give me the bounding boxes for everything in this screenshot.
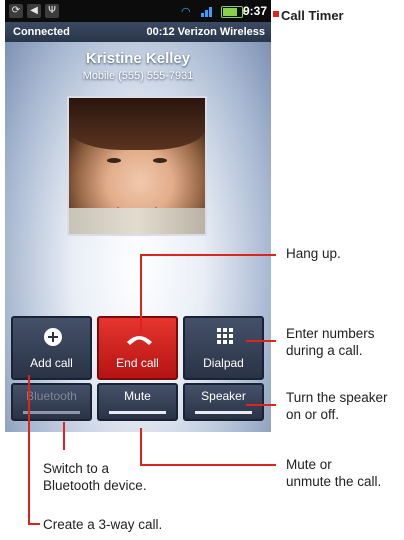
bluetooth-callout-line: [63, 422, 65, 450]
speaker-button[interactable]: Speaker: [183, 383, 264, 421]
call-timer-callout-dot: [273, 11, 279, 17]
add-call-icon: [44, 328, 62, 346]
sync-icon: ⟳: [9, 4, 23, 18]
bluetooth-button[interactable]: Bluetooth: [11, 383, 92, 421]
hang-up-annotation: Hang up.: [286, 246, 341, 261]
add-call-callout-line: [28, 523, 40, 525]
mute-label: Mute: [124, 389, 151, 403]
add-call-label: Add call: [30, 356, 73, 370]
speaker-label: Speaker: [201, 389, 246, 403]
status-bar: ⟳ ◀ Ψ ◠ 9:37: [5, 0, 271, 22]
phone-screen: ⟳ ◀ Ψ ◠ 9:37 Connected 00:12 Verizon Wir…: [5, 0, 271, 432]
wifi-icon: ◠: [181, 5, 191, 18]
add-call-button[interactable]: Add call: [11, 316, 92, 380]
hang-up-callout-line: [140, 254, 276, 256]
mute-line1: Mute or: [286, 457, 332, 472]
status-time: 9:37: [242, 4, 267, 18]
bluetooth-label: Bluetooth: [26, 389, 77, 403]
phone-notification-icon: ◀: [27, 4, 41, 18]
usb-icon: Ψ: [45, 4, 59, 18]
bluetooth-line1: Switch to a: [43, 461, 110, 476]
caller-photo: [67, 96, 207, 236]
mute-line2: unmute the call.: [286, 474, 382, 489]
enter-numbers-line1: Enter numbers: [286, 326, 375, 341]
add-call-annotation: Create a 3-way call.: [43, 517, 163, 532]
speaker-line2: on or off.: [286, 407, 340, 422]
battery-icon: [221, 6, 245, 18]
call-timer-annotation: Call Timer: [281, 8, 344, 23]
caller-name: Kristine Kelley: [85, 50, 191, 67]
call-status: Connected: [13, 26, 70, 38]
hang-up-icon: [99, 328, 176, 348]
enter-numbers-line2: during a call.: [286, 343, 363, 358]
speaker-line1: Turn the speaker: [286, 390, 388, 405]
hang-up-callout-line: [140, 254, 142, 334]
caller-number: Mobile (555) 555-7931: [82, 70, 194, 82]
speaker-annotation: Turn the speaker on or off.: [286, 389, 388, 423]
bluetooth-indicator: [23, 411, 80, 414]
mute-annotation: Mute or unmute the call.: [286, 456, 381, 490]
call-timer: 00:12 Verizon Wireless: [146, 26, 265, 38]
call-header: Connected 00:12 Verizon Wireless: [5, 22, 271, 42]
dialpad-button[interactable]: Dialpad: [183, 316, 264, 380]
dialpad-label: Dialpad: [203, 356, 244, 370]
add-call-callout-line: [28, 375, 30, 525]
bluetooth-annotation: Switch to a Bluetooth device.: [43, 460, 147, 494]
mute-callout-line: [140, 464, 276, 466]
mute-button[interactable]: Mute: [97, 383, 178, 421]
dialpad-callout-line: [246, 340, 276, 342]
speaker-callout-line: [246, 404, 276, 406]
speaker-indicator: [195, 411, 252, 414]
enter-numbers-annotation: Enter numbers during a call.: [286, 325, 375, 359]
dialpad-icon: [217, 328, 234, 345]
end-call-button[interactable]: End call: [97, 316, 178, 380]
bluetooth-line2: Bluetooth device.: [43, 478, 147, 493]
end-call-label: End call: [116, 356, 159, 370]
mute-indicator: [109, 411, 166, 414]
